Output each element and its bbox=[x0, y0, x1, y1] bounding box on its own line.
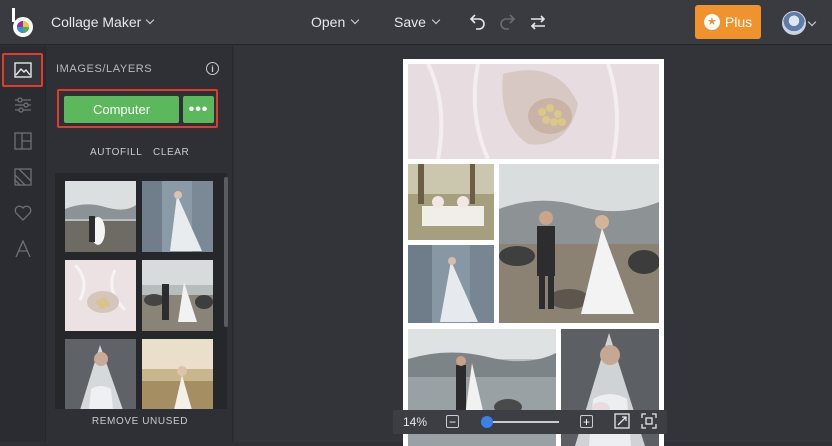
chevron-down-icon bbox=[431, 15, 441, 25]
zoom-in-button[interactable]: + bbox=[580, 415, 593, 428]
app-title-dropdown[interactable]: Collage Maker bbox=[51, 14, 155, 30]
avatar[interactable] bbox=[782, 11, 806, 35]
befunky-logo[interactable] bbox=[9, 7, 35, 39]
thumbnail-bride-with-veil[interactable] bbox=[65, 339, 136, 409]
zoom-slider-handle[interactable] bbox=[481, 416, 493, 428]
open-menu[interactable]: Open bbox=[311, 14, 360, 30]
collage-canvas[interactable] bbox=[403, 59, 664, 446]
thumbnail-bride-in-field[interactable] bbox=[142, 339, 213, 409]
chevron-down-icon[interactable] bbox=[807, 17, 817, 27]
swap-icon[interactable] bbox=[528, 12, 548, 32]
fit-screen-icon[interactable] bbox=[614, 413, 630, 429]
thumbnails-scrollbar[interactable] bbox=[224, 177, 228, 327]
plus-label: Plus bbox=[724, 14, 753, 30]
canvas-area: 14% − + bbox=[234, 46, 832, 446]
tool-sidebar bbox=[0, 46, 46, 442]
more-sources-button[interactable]: ••• bbox=[183, 96, 214, 123]
zoom-out-button[interactable]: − bbox=[446, 415, 459, 428]
info-icon[interactable]: i bbox=[206, 62, 219, 75]
images-panel: IMAGES/LAYERS i Computer ••• AUTOFILL CL… bbox=[47, 46, 233, 442]
remove-unused-button[interactable]: REMOVE UNUSED bbox=[47, 416, 233, 427]
thumbnail-pearl-bouquet[interactable] bbox=[65, 260, 136, 331]
fullscreen-icon[interactable] bbox=[641, 413, 657, 429]
redo-icon[interactable] bbox=[498, 12, 518, 32]
undo-icon[interactable] bbox=[467, 12, 487, 32]
background-icon[interactable] bbox=[9, 163, 37, 191]
zoom-level: 14% bbox=[403, 415, 428, 429]
clear-button[interactable]: CLEAR bbox=[153, 147, 189, 158]
chevron-down-icon bbox=[146, 15, 155, 25]
image-icon[interactable] bbox=[9, 56, 37, 84]
collage-cell-pearl-bouquet[interactable] bbox=[408, 64, 659, 159]
open-label: Open bbox=[311, 14, 346, 30]
zoom-controls: 14% − + bbox=[393, 410, 667, 434]
app-title: Collage Maker bbox=[51, 14, 142, 30]
collage-cell-wedding-table[interactable] bbox=[408, 164, 494, 240]
sliders-icon[interactable] bbox=[9, 91, 37, 119]
save-menu[interactable]: Save bbox=[394, 14, 441, 30]
zoom-slider-track[interactable] bbox=[482, 421, 559, 423]
text-icon[interactable] bbox=[9, 235, 37, 263]
collage-cell-bride-in-gown[interactable] bbox=[408, 245, 494, 323]
save-label: Save bbox=[394, 14, 426, 30]
layout-icon[interactable] bbox=[9, 127, 37, 155]
chevron-down-icon bbox=[351, 15, 360, 25]
top-bar: Collage Maker Open Save ★ Plus bbox=[0, 0, 832, 45]
upload-controls: Computer ••• bbox=[57, 89, 218, 128]
heart-icon[interactable] bbox=[9, 199, 37, 227]
autofill-button[interactable]: AUTOFILL bbox=[90, 147, 142, 158]
star-icon: ★ bbox=[703, 14, 720, 30]
panel-title: IMAGES/LAYERS bbox=[56, 63, 153, 75]
thumbnail-couple-on-beach[interactable] bbox=[142, 260, 213, 331]
plus-upgrade-button[interactable]: ★ Plus bbox=[695, 5, 761, 39]
collage-cell-couple-on-beach[interactable] bbox=[499, 164, 659, 323]
thumbnail-couple-by-lake[interactable] bbox=[65, 181, 136, 252]
image-thumbnails bbox=[55, 173, 227, 409]
thumbnail-bride-in-gown[interactable] bbox=[142, 181, 213, 252]
computer-upload-button[interactable]: Computer bbox=[64, 96, 179, 123]
